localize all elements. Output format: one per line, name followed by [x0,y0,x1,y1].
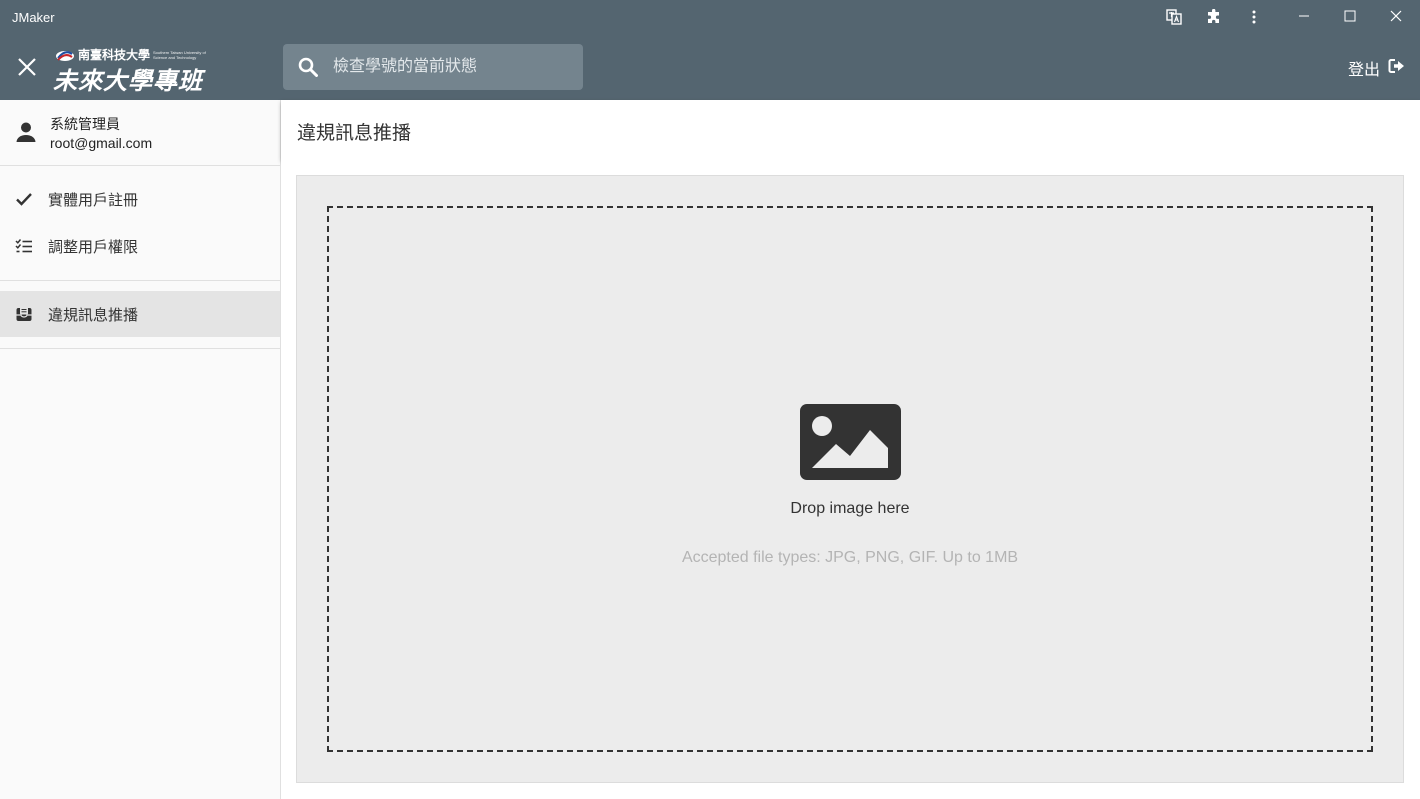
dropzone-title: Drop image here [790,500,910,517]
sidebar-item-label: 實體用戶註冊 [48,191,139,209]
minimize-icon[interactable] [1281,0,1327,32]
maximize-icon[interactable] [1327,0,1373,32]
checklist-icon [14,236,34,256]
close-icon[interactable] [1373,0,1419,32]
logout-button[interactable]: 登出 [1348,56,1405,80]
dropzone-hint: Accepted file types: JPG, PNG, GIF. Up t… [681,549,1019,566]
app-header: 南臺科技大學 Southern Taiwan University of Sci… [0,34,1420,100]
logo-seal-icon [55,49,75,61]
close-menu-icon[interactable] [14,54,40,80]
check-icon [14,189,34,209]
window-title: JMaker [12,10,55,25]
sidebar-item-label: 調整用戶權限 [48,238,139,256]
page-title: 違規訊息推播 [297,123,412,144]
logout-label: 登出 [1347,62,1380,79]
window-titlebar: JMaker [0,0,1420,34]
sidebar-item-label: 違規訊息推播 [48,306,139,324]
sidebar-item-violation-push[interactable]: 違規訊息推播 [0,291,280,337]
extensions-icon[interactable] [1204,7,1224,27]
logout-icon [1388,58,1405,79]
search-icon [298,57,318,77]
sidebar-divider [0,348,280,349]
search-input[interactable] [333,44,573,90]
sidebar: 系統管理員 root@gmail.com 實體用戶註冊 調整用戶權限 違規訊息推… [0,100,281,799]
sidebar-item-permissions[interactable]: 調整用戶權限 [0,223,280,269]
page-header: 違規訊息推播 [281,100,1420,160]
logo-english-name: Southern Taiwan University of Science an… [153,49,206,60]
logo-program-name: 未來大學專班 [53,66,203,95]
user-email: root@gmail.com [50,135,153,151]
logo[interactable]: 南臺科技大學 Southern Taiwan University of Sci… [53,44,208,95]
translate-icon[interactable] [1164,7,1184,27]
sidebar-divider [0,280,280,281]
sidebar-item-register[interactable]: 實體用戶註冊 [0,176,280,222]
more-vert-icon[interactable] [1244,7,1264,27]
inbox-icon [14,304,34,324]
user-avatar-icon [14,120,38,144]
user-name: 系統管理員 [50,116,120,132]
image-icon [800,404,901,480]
search-box [283,44,583,90]
user-profile: 系統管理員 root@gmail.com [0,100,280,166]
